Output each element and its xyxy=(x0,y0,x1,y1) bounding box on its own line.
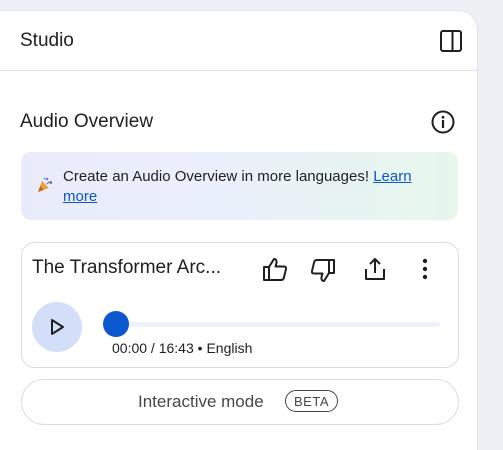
panel-collapse-button[interactable] xyxy=(438,28,464,54)
beta-badge: BETA xyxy=(285,390,338,412)
more-options-button[interactable] xyxy=(411,255,439,283)
play-icon xyxy=(51,319,64,335)
studio-header: Studio xyxy=(0,11,477,71)
language: English xyxy=(206,340,253,356)
track-title[interactable]: The Transformer Arc... xyxy=(32,257,247,279)
banner-text: Create an Audio Overview in more languag… xyxy=(63,168,374,185)
interactive-mode-label: Interactive mode xyxy=(138,392,264,411)
progress-knob[interactable] xyxy=(103,311,129,337)
thumbs-up-icon xyxy=(263,258,288,281)
panel-collapse-icon xyxy=(440,30,462,52)
thumbs-down-icon xyxy=(310,259,335,282)
duration: 16:43 xyxy=(158,340,194,356)
progress-slider[interactable] xyxy=(114,322,440,327)
play-button[interactable] xyxy=(32,302,82,352)
time-separator: / xyxy=(147,340,159,356)
interactive-mode-button[interactable]: Interactive mode BETA xyxy=(21,379,459,425)
bullet-separator: • xyxy=(193,340,207,356)
info-button[interactable] xyxy=(429,108,457,136)
thumbs-down-button[interactable] xyxy=(309,257,337,285)
time-readout: 00:00 / 16:43 • English xyxy=(112,340,252,356)
panel-title: Studio xyxy=(20,30,74,51)
info-icon xyxy=(431,110,455,134)
studio-panel: Studio Audio Overview Create an Audio Ov… xyxy=(0,10,478,450)
party-popper-icon xyxy=(38,177,53,192)
audio-player-card: The Transformer Arc... 00:00 / 16:43 • E… xyxy=(21,242,459,368)
audio-overview-title: Audio Overview xyxy=(20,111,154,132)
current-time: 00:00 xyxy=(112,340,148,356)
share-button[interactable] xyxy=(361,255,389,283)
thumbs-up-button[interactable] xyxy=(261,255,289,283)
languages-banner: Create an Audio Overview in more languag… xyxy=(21,152,458,220)
more-vert-icon xyxy=(422,258,428,280)
share-icon xyxy=(365,258,385,280)
